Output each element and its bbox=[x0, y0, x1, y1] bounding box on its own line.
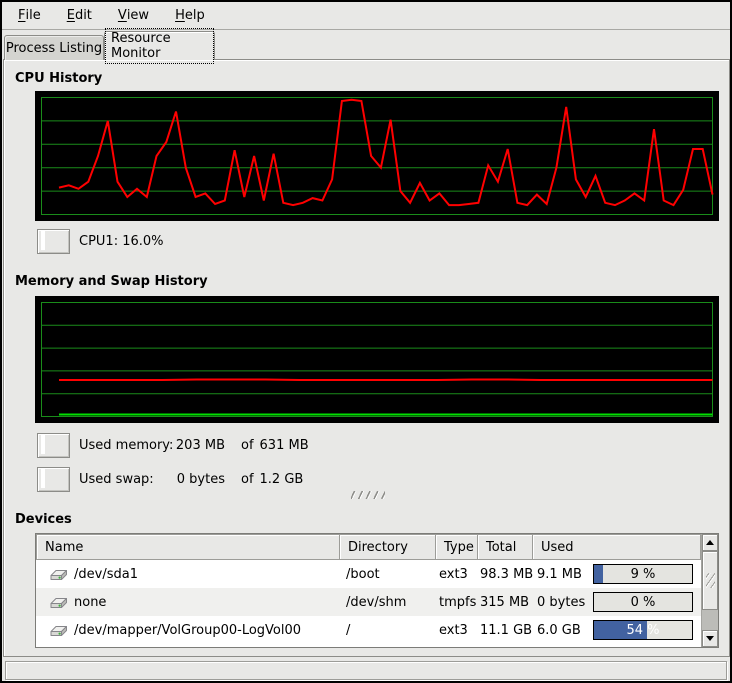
device-total: 11.1 GB bbox=[478, 623, 533, 638]
swap-color-swatch bbox=[41, 469, 45, 488]
memory-history-title: Memory and Swap History bbox=[15, 274, 208, 289]
scroll-down-button[interactable] bbox=[702, 630, 718, 647]
device-type: ext3 bbox=[436, 623, 478, 638]
memory-color-swatch bbox=[41, 435, 45, 454]
devices-table-main: Name Directory Type Total Used /dev/sda1… bbox=[36, 534, 701, 647]
device-name: none bbox=[74, 595, 106, 610]
device-used: 9.1 MB bbox=[537, 567, 582, 582]
swap-of-text: of bbox=[241, 472, 254, 487]
tab-process-listing[interactable]: Process Listing bbox=[4, 35, 104, 60]
cpu-color-button[interactable] bbox=[37, 229, 70, 254]
device-type: ext3 bbox=[436, 567, 478, 582]
usage-percent-label: 54 % bbox=[594, 621, 692, 639]
device-used-cell: 0 bytes 0 % bbox=[533, 592, 701, 612]
table-row[interactable]: /dev/mapper/VolGroup00-LogVol00 /ext311.1… bbox=[36, 616, 701, 644]
swap-used-value: 0 bytes bbox=[175, 472, 225, 487]
system-monitor-window: FileEditViewHelp Process Listing Resourc… bbox=[0, 0, 732, 683]
column-header-used[interactable]: Used bbox=[533, 534, 701, 560]
device-total: 98.3 MB bbox=[478, 567, 533, 582]
device-name: /dev/sda1 bbox=[74, 567, 138, 582]
column-header-name[interactable]: Name bbox=[36, 534, 340, 560]
arrow-up-icon bbox=[706, 540, 714, 545]
devices-table-header: Name Directory Type Total Used bbox=[36, 534, 701, 560]
scroll-up-button[interactable] bbox=[702, 534, 718, 551]
arrow-down-icon bbox=[706, 636, 714, 641]
device-used: 0 bytes bbox=[537, 595, 585, 610]
memory-of-text: of bbox=[241, 438, 254, 453]
swap-legend-row: Used swap: 0 bytes of 1.2 GB bbox=[37, 466, 303, 492]
memory-color-button[interactable] bbox=[37, 433, 70, 458]
menu-item-help[interactable]: Help bbox=[162, 2, 218, 29]
cpu-graph bbox=[37, 93, 717, 219]
tab-label: Process Listing bbox=[6, 41, 102, 56]
device-directory: /boot bbox=[340, 567, 436, 582]
device-name-cell: /dev/mapper/VolGroup00-LogVol00 bbox=[36, 623, 340, 638]
memory-total-value: 631 MB bbox=[260, 438, 309, 453]
table-row[interactable]: /dev/sda1/bootext398.3 MB 9.1 MB 9 % bbox=[36, 560, 701, 588]
menu-item-edit[interactable]: Edit bbox=[54, 2, 105, 29]
devices-table: Name Directory Type Total Used /dev/sda1… bbox=[35, 533, 719, 648]
device-type: tmpfs bbox=[436, 595, 478, 610]
menu-item-file[interactable]: File bbox=[5, 2, 54, 29]
memory-legend-label: Used memory: bbox=[79, 438, 175, 453]
device-used: 6.0 GB bbox=[537, 623, 581, 638]
harddisk-icon bbox=[50, 595, 68, 609]
memory-history-graph bbox=[35, 296, 719, 423]
column-header-total[interactable]: Total bbox=[478, 534, 533, 560]
column-header-type[interactable]: Type bbox=[436, 534, 478, 560]
cpu-history-graph bbox=[35, 91, 719, 221]
usage-progress-bar: 9 % bbox=[593, 564, 693, 584]
device-directory: / bbox=[340, 623, 436, 638]
device-total: 315 MB bbox=[478, 595, 533, 610]
cpu-legend: CPU1: 16.0% bbox=[37, 228, 164, 254]
vertical-scrollbar[interactable] bbox=[701, 534, 718, 647]
pane-resize-grip[interactable] bbox=[351, 491, 385, 499]
harddisk-icon bbox=[50, 623, 68, 637]
tab-label: Resource Monitor bbox=[105, 28, 214, 64]
table-row[interactable]: none/dev/shmtmpfs315 MB 0 bytes 0 % bbox=[36, 588, 701, 616]
memory-used-value: 203 MB bbox=[175, 438, 225, 453]
swap-legend-label: Used swap: bbox=[79, 472, 175, 487]
swap-color-button[interactable] bbox=[37, 467, 70, 492]
menu-bar: FileEditViewHelp bbox=[2, 2, 730, 30]
device-name-cell: none bbox=[36, 595, 340, 610]
devices-title: Devices bbox=[15, 512, 72, 527]
device-name-cell: /dev/sda1 bbox=[36, 567, 340, 582]
menu-item-view[interactable]: View bbox=[105, 2, 162, 29]
device-directory: /dev/shm bbox=[340, 595, 436, 610]
device-used-cell: 9.1 MB 9 % bbox=[533, 564, 701, 584]
scrollbar-thumb[interactable] bbox=[702, 551, 718, 610]
usage-percent-label: 9 % bbox=[594, 565, 692, 583]
device-used-cell: 6.0 GB 54 % bbox=[533, 620, 701, 640]
usage-progress-bar: 0 % bbox=[593, 592, 693, 612]
column-header-directory[interactable]: Directory bbox=[340, 534, 436, 560]
memory-legend-row: Used memory: 203 MB of 631 MB bbox=[37, 432, 309, 458]
usage-percent-label: 0 % bbox=[594, 593, 692, 611]
tab-resource-monitor[interactable]: Resource Monitor bbox=[104, 31, 215, 60]
memory-graph bbox=[37, 298, 717, 421]
device-name: /dev/mapper/VolGroup00-LogVol00 bbox=[74, 623, 301, 638]
cpu-legend-label: CPU1: 16.0% bbox=[79, 234, 164, 249]
usage-progress-bar: 54 % bbox=[593, 620, 693, 640]
cpu-history-title: CPU History bbox=[15, 71, 102, 86]
devices-rows: /dev/sda1/bootext398.3 MB9.1 MB9 %none/d… bbox=[36, 560, 701, 644]
swap-total-value: 1.2 GB bbox=[260, 472, 304, 487]
status-bar bbox=[5, 661, 727, 680]
harddisk-icon bbox=[50, 567, 68, 581]
cpu-color-swatch bbox=[41, 231, 45, 250]
